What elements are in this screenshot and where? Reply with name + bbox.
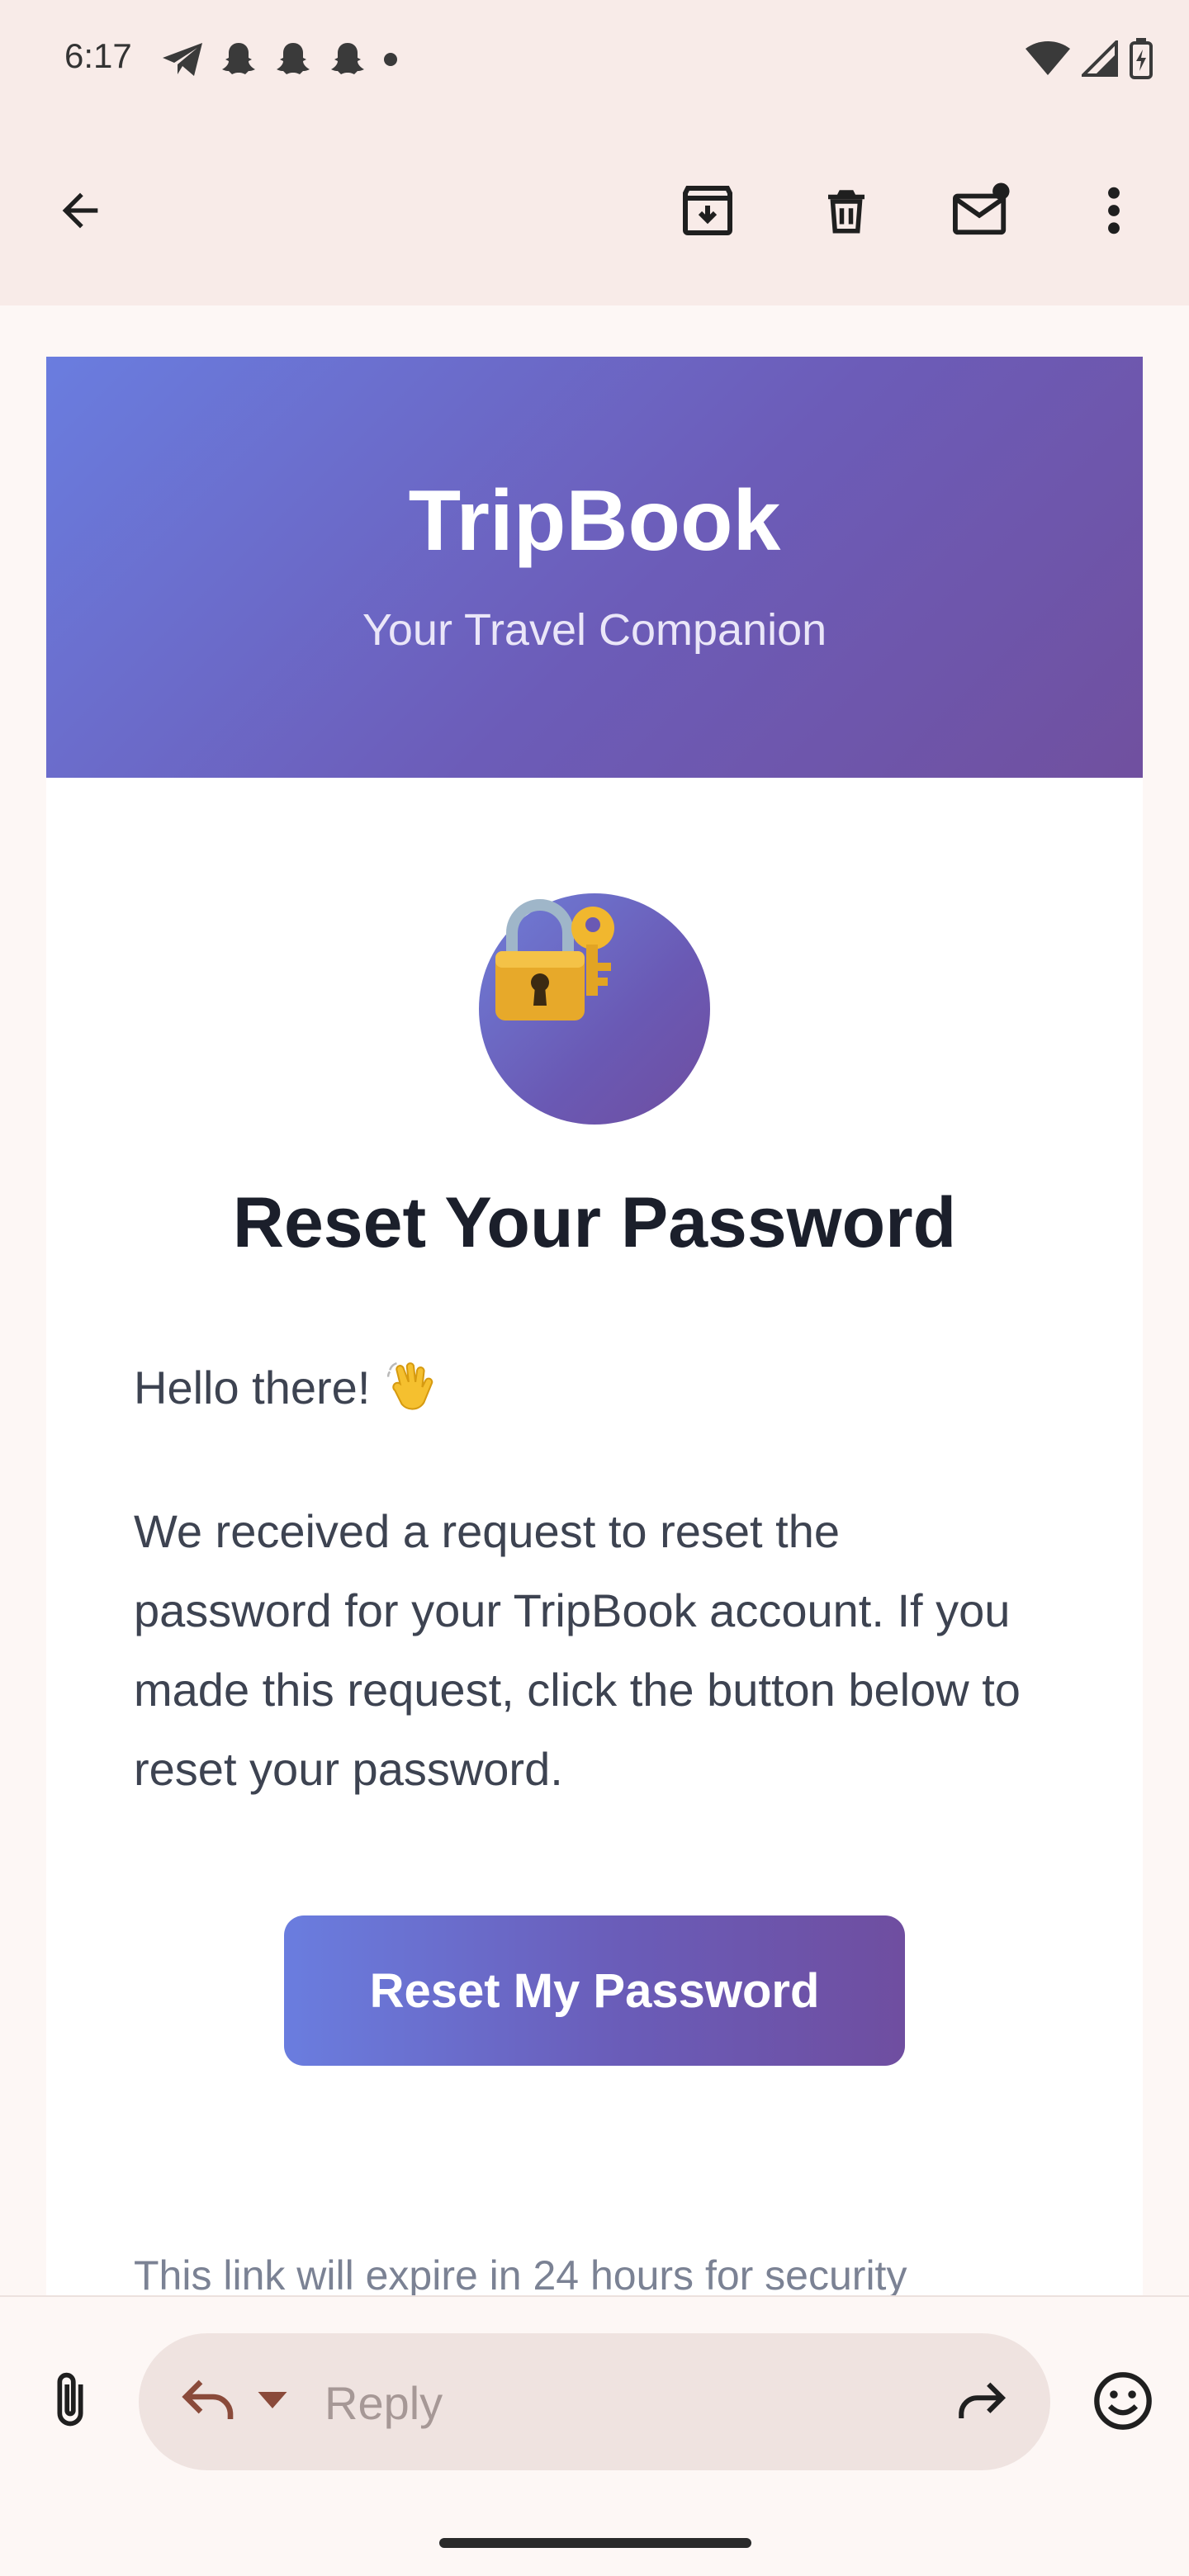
dot-icon bbox=[384, 53, 397, 66]
more-icon bbox=[1108, 187, 1120, 234]
status-system-icons bbox=[1026, 38, 1153, 79]
reply-compose-field[interactable]: Reply bbox=[139, 2333, 1050, 2470]
back-button[interactable] bbox=[35, 165, 126, 256]
email-message: We received a request to reset the passw… bbox=[134, 1505, 1021, 1795]
reply-placeholder: Reply bbox=[324, 2377, 443, 2429]
greeting: Hello there! bbox=[134, 1360, 439, 1414]
more-options-button[interactable] bbox=[1068, 165, 1159, 256]
back-icon bbox=[62, 192, 98, 229]
emoji-icon bbox=[1094, 2372, 1152, 2430]
reply-icon bbox=[182, 2379, 234, 2419]
delete-icon bbox=[828, 190, 865, 234]
email-card: TripBook Your Travel Companion Reset You… bbox=[46, 357, 1143, 2295]
attach-button[interactable] bbox=[33, 2363, 107, 2437]
reset-password-button[interactable]: Reset My Password bbox=[284, 1915, 905, 2066]
delete-button[interactable] bbox=[801, 165, 892, 256]
reply-options-button[interactable] bbox=[256, 2388, 289, 2417]
emoji-button[interactable] bbox=[1083, 2361, 1163, 2441]
battery-charging-icon bbox=[1130, 38, 1153, 79]
forward-icon bbox=[959, 2382, 1007, 2418]
chevron-down-icon bbox=[258, 2392, 287, 2408]
lock-key-icon bbox=[495, 899, 614, 1020]
waving-hand-icon bbox=[387, 1361, 433, 1410]
snapchat-icon bbox=[331, 43, 364, 74]
home-indicator[interactable] bbox=[439, 2538, 751, 2548]
telegram-icon bbox=[163, 43, 202, 76]
greeting-text: Hello there! bbox=[134, 1361, 371, 1413]
reply-button[interactable] bbox=[178, 2373, 238, 2430]
status-bar: 6:17 bbox=[0, 0, 1189, 124]
snapchat-icon bbox=[222, 43, 255, 74]
expiry-note: This link will expire in 24 hours for se… bbox=[134, 2252, 907, 2295]
mark-unread-button[interactable] bbox=[936, 165, 1027, 256]
reply-bar: Reply bbox=[0, 2295, 1189, 2576]
email-heading: Reset Your Password bbox=[232, 1183, 957, 1262]
mark-unread-icon bbox=[953, 182, 1010, 235]
brand-tagline: Your Travel Companion bbox=[362, 605, 827, 655]
status-time: 6:17 bbox=[64, 36, 132, 75]
archive-icon bbox=[683, 186, 732, 235]
wifi-icon bbox=[1026, 41, 1070, 75]
status-notification-icons bbox=[161, 40, 399, 79]
archive-button[interactable] bbox=[662, 165, 753, 256]
attachment-icon bbox=[57, 2372, 83, 2427]
brand-name: TripBook bbox=[408, 473, 781, 569]
forward-button[interactable] bbox=[955, 2376, 1009, 2428]
signal-icon bbox=[1082, 40, 1118, 77]
email-toolbar bbox=[0, 124, 1189, 305]
snapchat-icon bbox=[277, 43, 310, 74]
email-hero-banner: TripBook Your Travel Companion bbox=[46, 357, 1143, 778]
email-body-scroll[interactable]: TripBook Your Travel Companion Reset You… bbox=[0, 305, 1189, 2295]
